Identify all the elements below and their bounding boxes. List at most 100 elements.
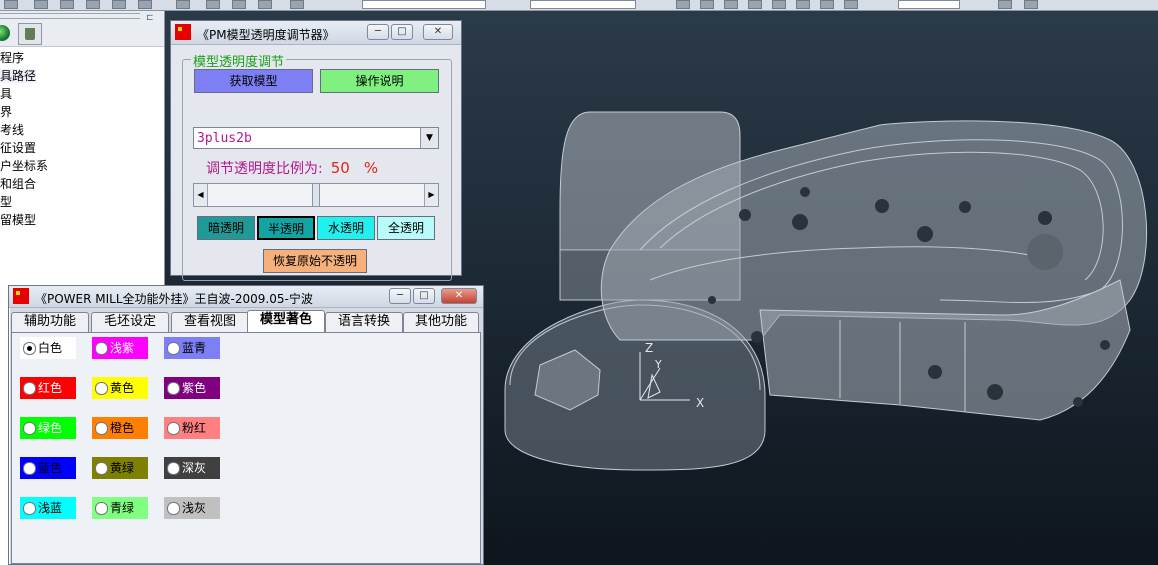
- pin-icon[interactable]: ⊏: [146, 13, 154, 23]
- toolbar-icon[interactable]: [112, 0, 126, 9]
- transparency-slider[interactable]: ◀ ▶: [193, 183, 439, 207]
- toolbar-icon[interactable]: [676, 0, 690, 9]
- tab-bar: 辅助功能 毛坯设定 查看视图 模型著色 语言转换 其他功能: [11, 310, 481, 332]
- color-radio[interactable]: 白色: [20, 337, 76, 359]
- transparency-panel: 模型透明度调节 获取模型 操作说明 3plus2b ▼ 调节透明度比例为: 50%…: [171, 45, 461, 281]
- tree-item[interactable]: 具路径: [0, 67, 164, 85]
- toolbar-icon[interactable]: [796, 0, 810, 9]
- slider-left-arrow-icon[interactable]: ◀: [194, 184, 208, 206]
- axis-z-label: Z: [645, 341, 653, 355]
- color-panel: 白色 浅紫 蓝青红色 黄色 紫色绿色 橙色 粉红蓝色 黄绿 深灰浅蓝 青绿 浅灰: [11, 332, 481, 564]
- axis-y-label: Y: [654, 358, 662, 371]
- toolbar-icon[interactable]: [1024, 0, 1038, 9]
- color-radio[interactable]: 黄绿: [92, 457, 148, 479]
- tree-item[interactable]: 和组合: [0, 175, 164, 193]
- model-select-value: 3plus2b: [197, 131, 252, 146]
- color-radio[interactable]: 橙色: [92, 417, 148, 439]
- tree-item[interactable]: 留模型: [0, 211, 164, 229]
- globe-icon[interactable]: [0, 25, 10, 41]
- dark-transparent-button[interactable]: 暗透明: [197, 216, 255, 240]
- toolbar-icon[interactable]: [206, 0, 220, 9]
- window-title: 《PM模型透明度调节器》: [197, 28, 335, 42]
- tree-item[interactable]: 具: [0, 85, 164, 103]
- color-radio[interactable]: 浅蓝: [20, 497, 76, 519]
- toolbar-combo[interactable]: [530, 0, 636, 9]
- group-legend: 模型透明度调节: [191, 51, 287, 70]
- close-button[interactable]: ✕: [441, 288, 477, 304]
- ratio-label: 调节透明度比例为:: [206, 161, 323, 177]
- slider-right-arrow-icon[interactable]: ▶: [424, 184, 438, 206]
- toolbar-icon[interactable]: [998, 0, 1012, 9]
- tab-language[interactable]: 语言转换: [325, 312, 403, 332]
- get-model-button[interactable]: 获取模型: [194, 69, 313, 93]
- restore-opaque-button[interactable]: 恢复原始不透明: [263, 249, 367, 273]
- color-radio[interactable]: 深灰: [164, 457, 220, 479]
- tree-item[interactable]: 程序: [0, 49, 164, 67]
- toolbar-icon[interactable]: [772, 0, 786, 9]
- full-transparent-button[interactable]: 全透明: [377, 216, 435, 240]
- color-radio[interactable]: 紫色: [164, 377, 220, 399]
- tree-item[interactable]: 型: [0, 193, 164, 211]
- tree-item[interactable]: 考线: [0, 121, 164, 139]
- explorer-toolbar: ⊏: [0, 11, 164, 47]
- toolbar-icon[interactable]: [700, 0, 714, 9]
- toolbar-icon[interactable]: [724, 0, 738, 9]
- tree-item[interactable]: 户坐标系: [0, 157, 164, 175]
- toolbar-icon[interactable]: [176, 0, 190, 9]
- toolbar-icon[interactable]: [60, 0, 74, 9]
- toolbar-icon[interactable]: [86, 0, 100, 9]
- explorer-grip[interactable]: [0, 13, 140, 19]
- ratio-value: 50: [330, 159, 350, 177]
- model-select[interactable]: 3plus2b ▼: [193, 127, 439, 149]
- color-radio[interactable]: 蓝色: [20, 457, 76, 479]
- toolbar-icon[interactable]: [820, 0, 834, 9]
- recycle-bin-icon[interactable]: [18, 23, 42, 45]
- color-radio[interactable]: 浅灰: [164, 497, 220, 519]
- minimize-button[interactable]: ─: [389, 288, 411, 304]
- color-radio[interactable]: 黄色: [92, 377, 148, 399]
- tab-model-shading[interactable]: 模型著色: [247, 310, 325, 332]
- china-flag-icon: [13, 288, 29, 304]
- toolbar-icon[interactable]: [748, 0, 762, 9]
- color-radio[interactable]: 蓝青: [164, 337, 220, 359]
- slider-thumb[interactable]: [312, 184, 320, 206]
- ratio-readout: 调节透明度比例为: 50%: [206, 158, 378, 178]
- tree-item[interactable]: 征设置: [0, 139, 164, 157]
- toolbar-slider[interactable]: [898, 0, 960, 9]
- toolbar-combo[interactable]: [362, 0, 486, 9]
- tab-assist[interactable]: 辅助功能: [11, 312, 89, 332]
- powermill-plugin-window: 《POWER MILL全功能外挂》王自波-2009.05-宁波 ─ □ ✕ 辅助…: [8, 285, 484, 565]
- toolbar-icon[interactable]: [34, 0, 48, 9]
- color-radio[interactable]: 红色: [20, 377, 76, 399]
- color-radio[interactable]: 青绿: [92, 497, 148, 519]
- transparency-window-titlebar[interactable]: 《PM模型透明度调节器》 ─ □ ✕: [171, 21, 461, 45]
- toolbar-icon[interactable]: [290, 0, 304, 9]
- plugin-window-titlebar[interactable]: 《POWER MILL全功能外挂》王自波-2009.05-宁波 ─ □ ✕: [9, 286, 483, 308]
- main-toolbar: [0, 0, 1158, 11]
- color-radio[interactable]: 浅紫: [92, 337, 148, 359]
- toolbar-icon[interactable]: [138, 0, 152, 9]
- ratio-unit: %: [363, 159, 379, 177]
- half-transparent-button[interactable]: 半透明: [257, 216, 315, 240]
- transparency-window: 《PM模型透明度调节器》 ─ □ ✕ 模型透明度调节 获取模型 操作说明 3pl…: [170, 20, 462, 281]
- toolbar-icon[interactable]: [258, 0, 272, 9]
- tab-view[interactable]: 查看视图: [171, 312, 249, 332]
- dropdown-arrow-icon[interactable]: ▼: [420, 128, 438, 148]
- water-transparent-button[interactable]: 水透明: [317, 216, 375, 240]
- axis-x-label: X: [696, 396, 704, 410]
- explorer-tree: 程序 具路径 具 界 考线 征设置 户坐标系 和组合 型 留模型: [0, 49, 164, 229]
- toolbar-icon[interactable]: [4, 0, 18, 9]
- color-radio[interactable]: 绿色: [20, 417, 76, 439]
- maximize-button[interactable]: □: [413, 288, 435, 304]
- tree-item[interactable]: 界: [0, 103, 164, 121]
- tab-other[interactable]: 其他功能: [403, 312, 479, 332]
- toolbar-icon[interactable]: [844, 0, 858, 9]
- tab-stock[interactable]: 毛坯设定: [91, 312, 169, 332]
- close-button[interactable]: ✕: [423, 24, 453, 40]
- china-flag-icon: [175, 24, 191, 40]
- toolbar-icon[interactable]: [232, 0, 246, 9]
- maximize-button[interactable]: □: [391, 24, 413, 40]
- minimize-button[interactable]: ─: [367, 24, 389, 40]
- color-radio[interactable]: 粉红: [164, 417, 220, 439]
- instructions-button[interactable]: 操作说明: [320, 69, 439, 93]
